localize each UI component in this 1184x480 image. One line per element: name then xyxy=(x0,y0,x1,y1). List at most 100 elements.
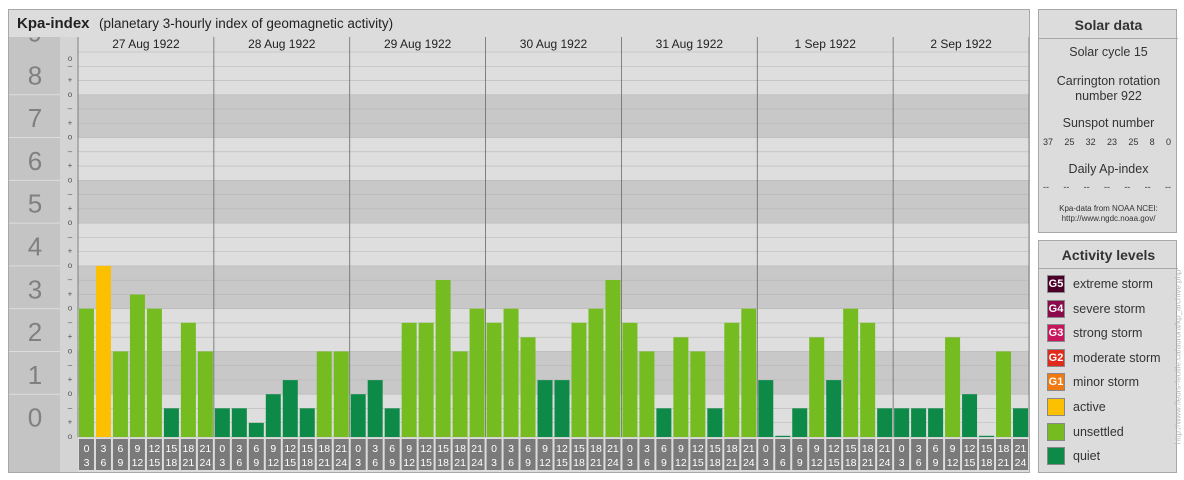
interval-start-label: 0 xyxy=(627,443,633,455)
interval-end-label: 18 xyxy=(301,457,313,469)
y-tick-label: 8 xyxy=(28,60,42,90)
kp-bar xyxy=(945,337,961,437)
interval-end-label: 18 xyxy=(709,457,721,469)
kp-bar xyxy=(231,408,247,437)
interval-end-label: 6 xyxy=(508,457,514,469)
kp-bar xyxy=(418,322,434,437)
legend-swatch: G1 xyxy=(1047,373,1065,392)
legend-item: G5 extreme storm xyxy=(1047,274,1153,294)
interval-end-label: 9 xyxy=(797,457,803,469)
minor-tick-label: o xyxy=(68,54,73,63)
y-tick-label: 7 xyxy=(28,103,42,133)
carrington-rotation-line2: number 922 xyxy=(1075,89,1142,103)
y-tick-label: 9 xyxy=(28,37,42,48)
kp-bar xyxy=(656,408,672,437)
interval-start-label: 0 xyxy=(84,443,90,455)
interval-end-label: 21 xyxy=(454,457,466,469)
interval-end-label: 24 xyxy=(743,457,755,469)
interval-start-label: 12 xyxy=(420,443,432,455)
interval-end-label: 24 xyxy=(607,457,619,469)
interval-start-label: 0 xyxy=(491,443,497,455)
interval-start-label: 15 xyxy=(845,443,857,455)
minor-tick-label: + xyxy=(68,247,73,256)
kp-bar xyxy=(214,408,230,437)
solar-cycle: Solar cycle 15 xyxy=(1069,45,1148,59)
minor-tick-label: – xyxy=(68,147,73,156)
legend-item: G4 severe storm xyxy=(1047,299,1145,319)
interval-start-label: 15 xyxy=(573,443,585,455)
interval-start-label: 3 xyxy=(916,443,922,455)
kp-bar xyxy=(588,308,604,437)
interval-end-label: 15 xyxy=(556,457,568,469)
kp-bar xyxy=(486,322,502,437)
minor-tick-label: o xyxy=(68,261,73,270)
kp-bar xyxy=(928,408,944,437)
interval-start-label: 15 xyxy=(709,443,721,455)
legend-label: minor storm xyxy=(1073,375,1139,390)
legend-swatch xyxy=(1047,447,1065,466)
divider xyxy=(1039,268,1178,269)
interval-start-label: 21 xyxy=(607,443,619,455)
interval-end-label: 24 xyxy=(200,457,212,469)
interval-end-label: 3 xyxy=(84,457,90,469)
kp-bar xyxy=(979,435,995,437)
kp-band xyxy=(78,223,1029,266)
y-tick-label: 5 xyxy=(28,189,42,219)
interval-end-label: 12 xyxy=(539,457,551,469)
kp-band xyxy=(78,94,1029,138)
interval-start-label: 6 xyxy=(253,443,259,455)
kp-bar xyxy=(894,408,910,437)
interval-end-label: 21 xyxy=(998,457,1010,469)
source-line2: http://www.ngdc.noaa.gov/ xyxy=(1061,214,1156,223)
sunspot-value: 25 xyxy=(1064,137,1075,147)
kp-bar xyxy=(571,322,587,437)
minor-tick-label: + xyxy=(68,161,73,170)
kp-band xyxy=(78,265,1029,309)
day-label: 31 Aug 1922 xyxy=(656,37,724,51)
interval-end-label: 21 xyxy=(318,457,330,469)
kp-bar xyxy=(129,294,145,437)
interval-start-label: 3 xyxy=(508,443,514,455)
interval-end-label: 15 xyxy=(420,457,432,469)
sunspot-values: 37 25 32 23 25 8 0 xyxy=(1043,137,1171,147)
y-tick-label: 0 xyxy=(28,403,42,433)
sunspot-label: Sunspot number xyxy=(1062,116,1155,130)
minor-tick-label: – xyxy=(68,403,73,412)
sunspot-value: 0 xyxy=(1165,137,1171,147)
day-label: 2 Sep 1922 xyxy=(930,37,992,51)
sunspot-value: 25 xyxy=(1128,137,1139,147)
minor-tick-label: o xyxy=(68,218,73,227)
kp-bar xyxy=(503,308,519,437)
interval-start-label: 0 xyxy=(355,443,361,455)
y-tick-label: 1 xyxy=(28,360,42,390)
interval-end-label: 12 xyxy=(947,457,959,469)
minor-tick-label: – xyxy=(68,190,73,199)
ap-index-values: -- -- -- -- -- -- -- xyxy=(1043,182,1171,192)
kp-bar xyxy=(605,280,621,437)
minor-tick-label: + xyxy=(68,76,73,85)
interval-start-label: 18 xyxy=(862,443,874,455)
ap-value: -- xyxy=(1124,182,1131,192)
chart-title: Kpa-index xyxy=(17,15,90,32)
interval-end-label: 9 xyxy=(389,457,395,469)
kp-bar xyxy=(248,422,264,437)
interval-start-label: 21 xyxy=(200,443,212,455)
kp-band xyxy=(78,180,1029,224)
interval-end-label: 15 xyxy=(149,457,161,469)
interval-start-label: 9 xyxy=(135,443,141,455)
interval-end-label: 18 xyxy=(166,457,178,469)
interval-end-label: 6 xyxy=(916,457,922,469)
kp-bar xyxy=(79,308,94,437)
interval-end-label: 12 xyxy=(403,457,415,469)
interval-start-label: 0 xyxy=(763,443,769,455)
interval-start-label: 3 xyxy=(644,443,650,455)
interval-end-label: 3 xyxy=(627,457,633,469)
legend-item: quiet xyxy=(1047,446,1100,466)
minor-tick-label: o xyxy=(68,389,73,398)
interval-end-label: 24 xyxy=(335,457,347,469)
interval-start-label: 0 xyxy=(219,443,225,455)
kp-band xyxy=(78,137,1029,181)
legend-item: G1 minor storm xyxy=(1047,372,1139,392)
kp-bar xyxy=(197,351,213,437)
kp-bar xyxy=(95,265,111,437)
